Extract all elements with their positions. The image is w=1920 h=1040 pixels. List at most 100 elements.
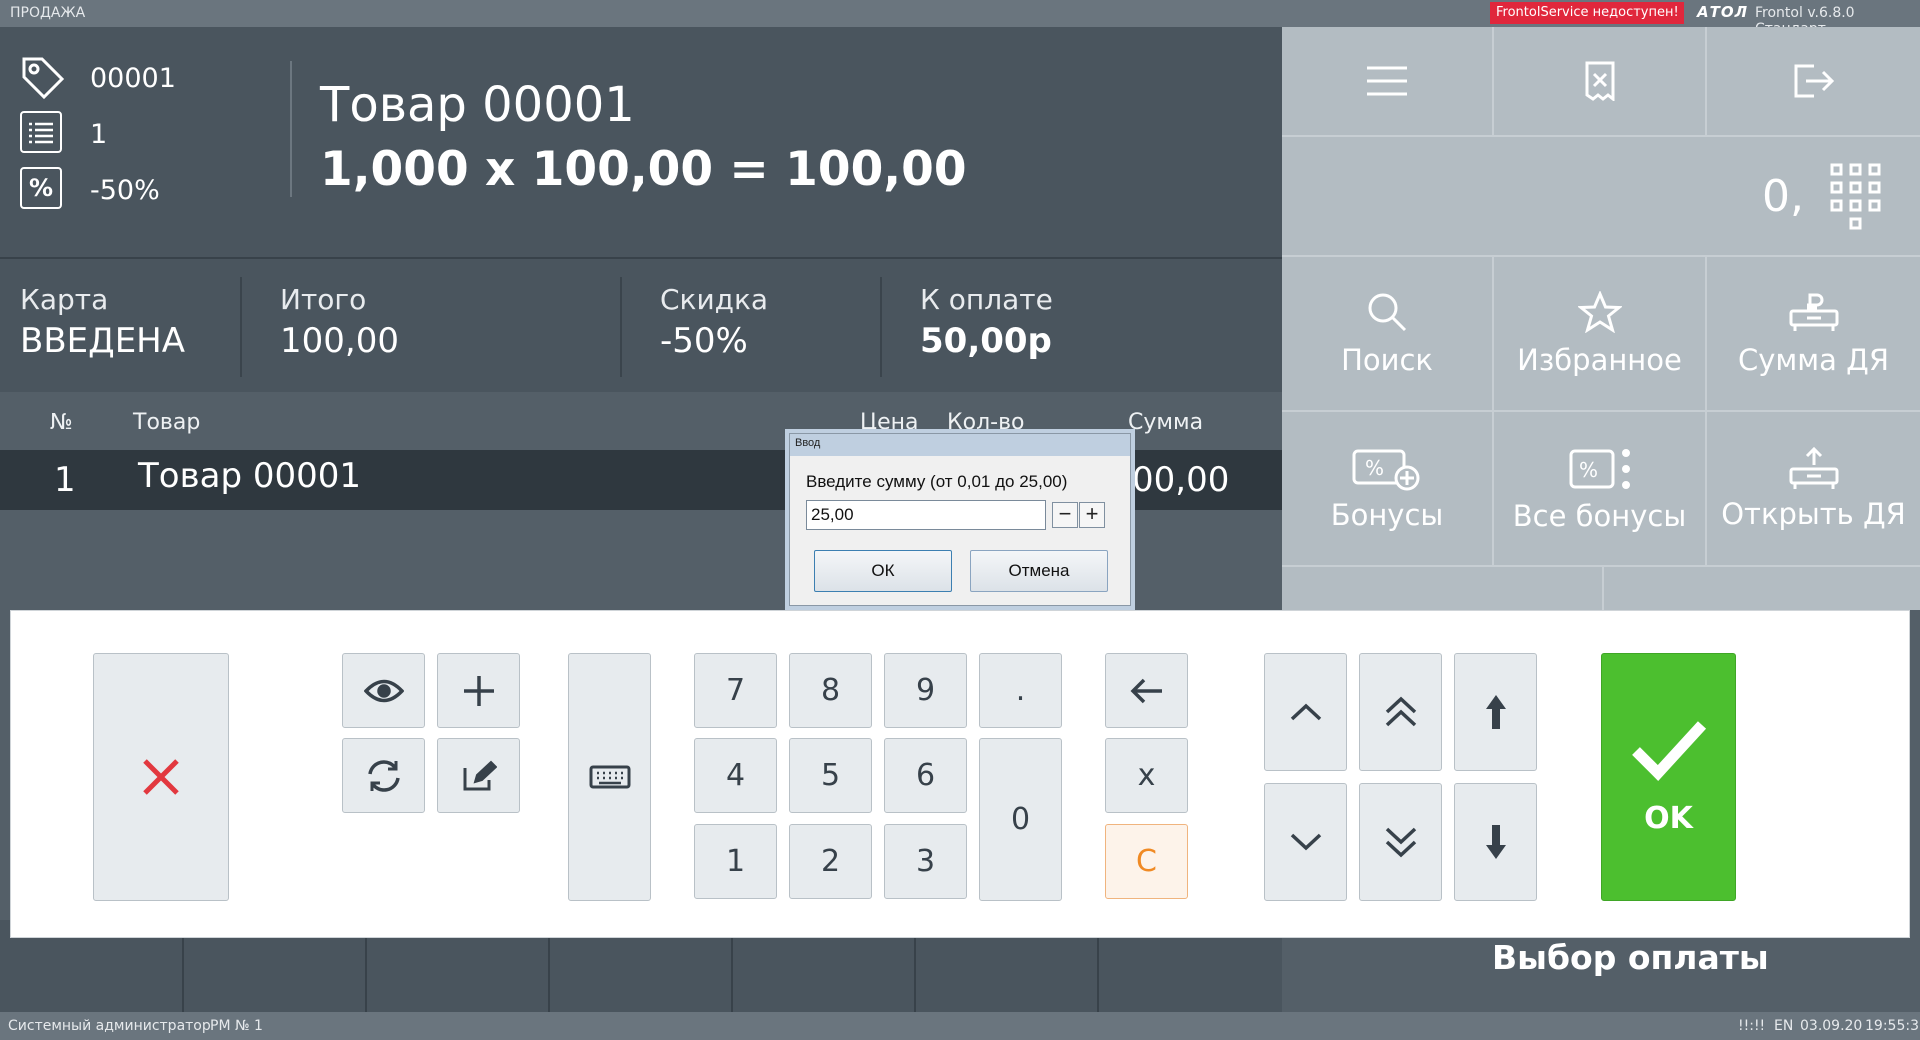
search-icon bbox=[1368, 293, 1407, 331]
list-icon bbox=[20, 111, 62, 153]
open-cash-drawer-button[interactable]: Открыть ДЯ bbox=[1707, 412, 1920, 567]
dialog-ok-button[interactable]: ОК bbox=[814, 550, 952, 592]
all-bonuses-button[interactable]: % Все бонусы bbox=[1494, 412, 1707, 567]
amount-display[interactable]: 0, bbox=[1282, 137, 1920, 257]
dialog-cancel-button[interactable]: Отмена bbox=[970, 550, 1108, 592]
digit-key-7[interactable]: 7 bbox=[694, 653, 777, 728]
menu-button[interactable] bbox=[1282, 27, 1494, 137]
exit-button[interactable] bbox=[1707, 27, 1920, 137]
discount-value: -50% bbox=[660, 321, 748, 361]
dialog-prompt: Введите сумму (от 0,01 до 25,00) bbox=[806, 472, 1068, 491]
last-key[interactable] bbox=[1454, 783, 1537, 901]
arrow-left-icon bbox=[1130, 678, 1162, 703]
page-up-key[interactable] bbox=[1359, 653, 1442, 771]
digit-key-5[interactable]: 5 bbox=[789, 738, 872, 813]
bonuses-label: Бонусы bbox=[1330, 497, 1444, 532]
receipt-cancel-icon bbox=[1585, 61, 1614, 101]
edit-key[interactable] bbox=[437, 738, 520, 813]
pay-cell: К оплате 50,00р bbox=[900, 259, 1280, 394]
svg-text:%: % bbox=[1365, 456, 1384, 480]
decimal-key[interactable]: . bbox=[979, 653, 1062, 728]
digit-key-6[interactable]: 6 bbox=[884, 738, 967, 813]
down-key[interactable] bbox=[1264, 783, 1347, 901]
amount-input[interactable]: 25,00 bbox=[806, 500, 1046, 530]
row-product: Товар 00001 bbox=[138, 456, 361, 496]
search-label: Поиск bbox=[1341, 342, 1433, 377]
item-calculation: 1,000 x 100,00 = 100,00 bbox=[320, 142, 967, 197]
summary-divider bbox=[240, 277, 242, 377]
pay-value: 50,00р bbox=[920, 321, 1052, 361]
cash-drawer-sum-button[interactable]: Сумма ДЯ bbox=[1707, 257, 1920, 412]
edit-icon bbox=[463, 760, 497, 790]
cash-drawer-sum-label: Сумма ДЯ bbox=[1738, 342, 1889, 377]
row-num: 1 bbox=[54, 460, 76, 500]
add-key[interactable] bbox=[437, 653, 520, 728]
col-price: Цена bbox=[860, 410, 919, 435]
virtual-keypad: 7 8 9 . 4 5 6 1 2 3 0 x C OK bbox=[10, 610, 1910, 938]
digit-key-2[interactable]: 2 bbox=[789, 824, 872, 899]
status-time: 19:55:33 bbox=[1865, 1018, 1920, 1034]
exit-icon bbox=[1794, 64, 1834, 98]
ok-key[interactable]: OK bbox=[1601, 653, 1736, 901]
total-cell: Итого 100,00 bbox=[260, 259, 620, 394]
search-button[interactable]: Поиск bbox=[1282, 257, 1494, 412]
item-quantity: 1 bbox=[90, 119, 108, 150]
card-cell: Карта ВВЕДЕНА bbox=[0, 259, 240, 394]
open-cash-drawer-label: Открыть ДЯ bbox=[1721, 496, 1906, 531]
page-down-key[interactable] bbox=[1359, 783, 1442, 901]
up-key[interactable] bbox=[1264, 653, 1347, 771]
window-title: ПРОДАЖА bbox=[10, 5, 86, 21]
chevron-up-icon bbox=[1290, 703, 1321, 721]
status-user: Системный администратор bbox=[8, 1018, 211, 1034]
ok-key-label: OK bbox=[1644, 800, 1693, 836]
bonuses-button[interactable]: % Бонусы bbox=[1282, 412, 1494, 567]
eye-icon bbox=[363, 679, 404, 702]
multiply-key[interactable]: x bbox=[1105, 738, 1188, 813]
view-key[interactable] bbox=[342, 653, 425, 728]
cash-drawer-ruble-icon bbox=[1789, 293, 1838, 331]
increment-button[interactable]: + bbox=[1079, 502, 1105, 528]
hamburger-icon bbox=[1367, 66, 1407, 96]
col-product: Товар bbox=[133, 410, 201, 435]
summary-divider bbox=[620, 277, 622, 377]
status-date: 03.09.20 bbox=[1800, 1018, 1863, 1034]
row-sum: 00,00 bbox=[1132, 460, 1230, 500]
cancel-key[interactable] bbox=[93, 653, 229, 901]
summary-divider bbox=[880, 277, 882, 377]
all-bonuses-label: Все бонусы bbox=[1512, 498, 1687, 533]
button-divider bbox=[1602, 567, 1604, 610]
clear-key[interactable]: C bbox=[1105, 824, 1188, 899]
digit-key-1[interactable]: 1 bbox=[694, 824, 777, 899]
status-bar: Системный администратор РМ № 1 !!:!! EN … bbox=[0, 1012, 1920, 1040]
keyboard-key[interactable] bbox=[568, 653, 651, 901]
status-workplace: РМ № 1 bbox=[210, 1018, 263, 1034]
percent-icon: % bbox=[20, 167, 62, 209]
digit-key-9[interactable]: 9 bbox=[884, 653, 967, 728]
discount-cell: Скидка -50% bbox=[640, 259, 880, 394]
card-label: Карта bbox=[20, 283, 109, 316]
decrement-button[interactable]: − bbox=[1052, 502, 1078, 528]
digit-key-0[interactable]: 0 bbox=[979, 738, 1062, 901]
arrow-up-bold-icon bbox=[1485, 695, 1506, 729]
item-title: Товар 00001 bbox=[320, 77, 635, 133]
item-discount: -50% bbox=[90, 175, 160, 206]
amount-input-dialog: Ввод Введите сумму (от 0,01 до 25,00) 25… bbox=[789, 433, 1131, 606]
digit-key-4[interactable]: 4 bbox=[694, 738, 777, 813]
total-label: Итого bbox=[280, 283, 367, 316]
tag-icon bbox=[20, 55, 66, 105]
bonus-add-icon: % bbox=[1352, 449, 1420, 490]
header-divider bbox=[290, 61, 292, 197]
digit-key-3[interactable]: 3 bbox=[884, 824, 967, 899]
receipt-summary: Карта ВВЕДЕНА Итого 100,00 Скидка -50% К… bbox=[0, 257, 1282, 392]
digit-key-8[interactable]: 8 bbox=[789, 653, 872, 728]
first-key[interactable] bbox=[1454, 653, 1537, 771]
title-bar: ПРОДАЖА FrontolService недоступен! АТОЛ … bbox=[0, 0, 1920, 37]
keyboard-icon bbox=[589, 765, 630, 789]
backspace-key[interactable] bbox=[1105, 653, 1188, 728]
cancel-receipt-button[interactable] bbox=[1494, 27, 1707, 137]
refresh-key[interactable] bbox=[342, 738, 425, 813]
status-language: EN bbox=[1774, 1018, 1794, 1034]
favorites-button[interactable]: Избранное bbox=[1494, 257, 1707, 412]
star-icon bbox=[1577, 290, 1622, 333]
favorites-label: Избранное bbox=[1517, 342, 1682, 377]
